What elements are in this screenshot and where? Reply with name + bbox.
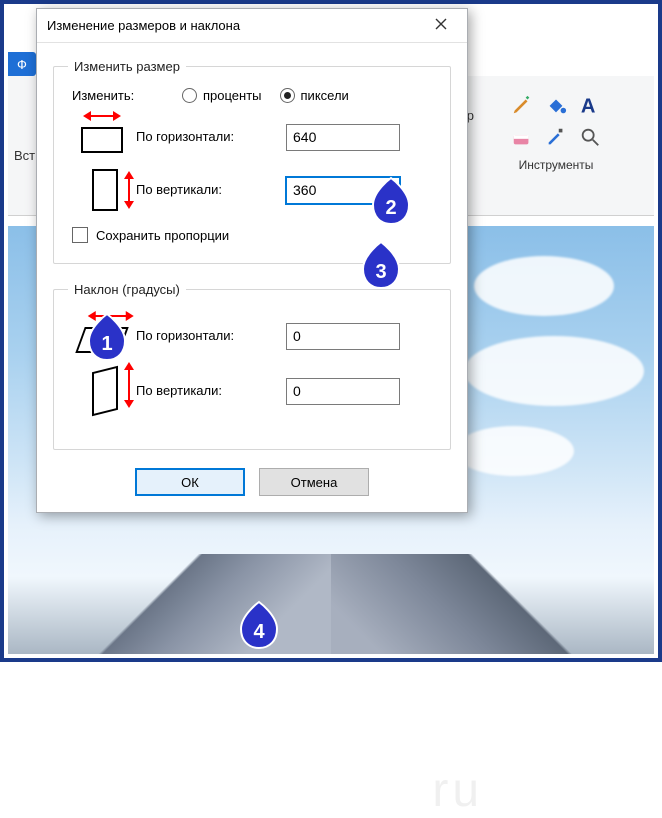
skew-legend: Наклон (градусы)	[68, 282, 186, 297]
fill-icon[interactable]	[545, 94, 567, 116]
resize-legend: Изменить размер	[68, 59, 186, 74]
resize-by-label: Изменить:	[72, 88, 164, 103]
radio-icon	[280, 88, 295, 103]
keep-aspect-label: Сохранить пропорции	[96, 228, 229, 243]
skew-horizontal-label: По горизонтали:	[136, 328, 286, 345]
radio-icon	[182, 88, 197, 103]
file-tab[interactable]: Ф	[8, 52, 36, 76]
skew-vertical-input[interactable]	[286, 378, 400, 405]
ok-button-label: ОК	[181, 475, 199, 490]
color-picker-icon[interactable]	[545, 126, 567, 148]
resize-skew-dialog: Изменение размеров и наклона Изменить ра…	[36, 8, 468, 513]
ribbon-tools-group: A Инструменты	[476, 94, 636, 172]
radio-pixels[interactable]: пиксели	[280, 88, 349, 103]
resize-vertical-icon	[68, 169, 136, 211]
cancel-button[interactable]: Отмена	[259, 468, 369, 496]
close-button[interactable]	[421, 12, 461, 40]
skew-vertical-label: По вертикали:	[136, 375, 286, 407]
text-icon[interactable]: A	[579, 94, 601, 116]
resize-vertical-label: По вертикали:	[136, 174, 286, 206]
resize-horizontal-icon	[68, 121, 136, 153]
skew-horizontal-input[interactable]	[286, 323, 400, 350]
ribbon-tools-label: Инструменты	[476, 158, 636, 172]
ribbon-paste-label: Вст	[14, 148, 35, 163]
skew-vertical-icon	[68, 369, 136, 413]
keep-aspect-checkbox[interactable]	[72, 227, 88, 243]
ok-button[interactable]: ОК	[135, 468, 245, 496]
magnifier-icon[interactable]	[579, 126, 601, 148]
resize-horizontal-label: По горизонтали:	[136, 129, 286, 146]
radio-percent-label: проценты	[203, 88, 262, 103]
eraser-icon[interactable]	[511, 126, 533, 148]
cancel-button-label: Отмена	[291, 475, 338, 490]
radio-percent[interactable]: проценты	[182, 88, 262, 103]
resize-group: Изменить размер Изменить: проценты пиксе…	[53, 59, 451, 264]
dialog-titlebar[interactable]: Изменение размеров и наклона	[37, 9, 467, 43]
svg-text:A: A	[581, 95, 596, 116]
close-icon	[435, 17, 447, 34]
resize-vertical-input[interactable]	[286, 177, 400, 204]
skew-horizontal-icon	[68, 319, 136, 353]
pencil-icon[interactable]	[511, 94, 533, 116]
dialog-title: Изменение размеров и наклона	[47, 18, 421, 33]
radio-pixels-label: пиксели	[301, 88, 349, 103]
skew-group: Наклон (градусы) По горизонтали: По верт…	[53, 282, 451, 450]
resize-horizontal-input[interactable]	[286, 124, 400, 151]
